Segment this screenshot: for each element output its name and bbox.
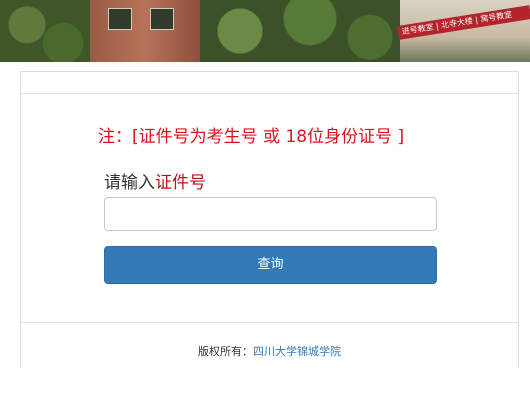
brick-building (90, 0, 200, 62)
copyright-label: 版权所有： (198, 345, 253, 358)
query-panel: 注：[证件号为考生号 或 18位身份证号 ] 请输入证件号 查询 版权所有：四川… (20, 71, 519, 368)
building-window (108, 8, 132, 30)
campus-banner-image: 进号教室 | 北寺大楼 | 窝号教室 (0, 0, 530, 62)
query-button[interactable]: 查询 (104, 246, 437, 284)
prompt-highlight: 证件号 (155, 173, 206, 193)
id-prompt: 请输入证件号 (104, 168, 206, 193)
org-link[interactable]: 四川大学锦城学院 (253, 345, 341, 358)
ivy-wall (200, 0, 400, 62)
ivy-wall (0, 0, 90, 62)
id-notice: 注：[证件号为考生号 或 18位身份证号 ] (98, 127, 405, 147)
prompt-prefix: 请输入 (104, 173, 155, 193)
panel-footer: 版权所有：四川大学锦城学院 (21, 322, 518, 368)
id-number-input[interactable] (104, 197, 437, 231)
building-window (150, 8, 174, 30)
panel-header (21, 72, 518, 94)
